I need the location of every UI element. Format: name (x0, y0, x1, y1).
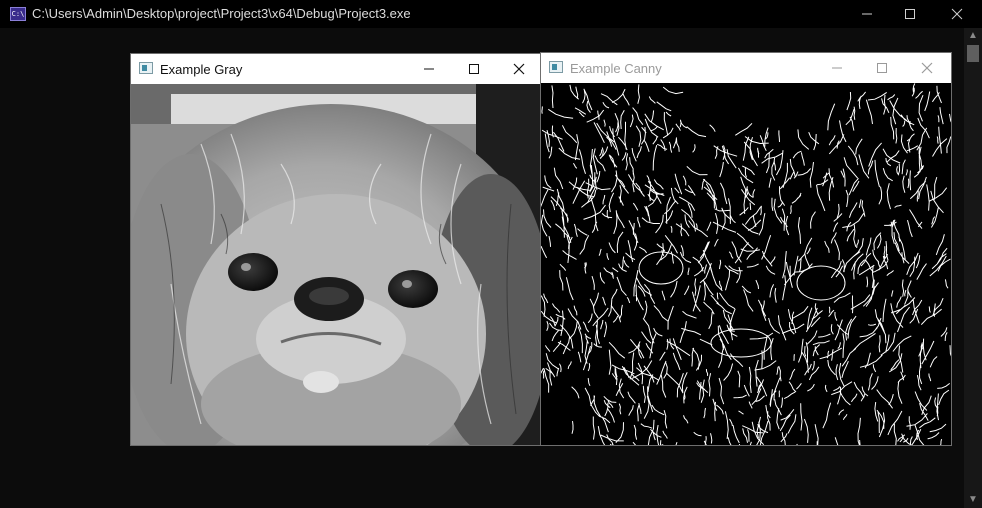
gray-window[interactable]: Example Gray (131, 54, 541, 445)
console-app-icon: C:\ (10, 7, 26, 21)
console-maximize-button[interactable] (887, 0, 933, 28)
console-minimize-button[interactable] (844, 0, 890, 28)
close-icon (921, 62, 932, 74)
canny-close-button[interactable] (904, 53, 949, 83)
gray-minimize-button[interactable] (406, 54, 451, 84)
scroll-down-arrow-icon[interactable]: ▼ (964, 492, 982, 508)
canny-minimize-button[interactable] (814, 53, 859, 83)
maximize-icon (876, 63, 887, 73)
minimize-icon (423, 68, 434, 70)
maximize-icon (905, 9, 915, 19)
console-close-button[interactable] (934, 0, 980, 28)
image-window-icon (139, 62, 153, 74)
close-icon (513, 63, 524, 75)
scroll-thumb[interactable] (967, 45, 979, 62)
gray-window-titlebar[interactable]: Example Gray (131, 54, 541, 84)
image-window-icon (549, 61, 563, 73)
close-icon (951, 8, 963, 20)
console-window-title: C:\Users\Admin\Desktop\project\Project3\… (32, 6, 411, 21)
console-titlebar: C:\ C:\Users\Admin\Desktop\project\Proje… (0, 0, 982, 28)
gray-maximize-button[interactable] (451, 54, 496, 84)
gray-image (131, 84, 541, 445)
canny-maximize-button[interactable] (859, 53, 904, 83)
gray-window-title: Example Gray (160, 62, 243, 77)
canny-window-titlebar[interactable]: Example Canny (541, 53, 951, 83)
minimize-icon (862, 13, 872, 15)
console-scrollbar[interactable]: ▲ ▼ (964, 28, 982, 508)
maximize-icon (468, 64, 479, 74)
minimize-icon (831, 67, 842, 69)
scroll-up-arrow-icon[interactable]: ▲ (964, 28, 982, 44)
canny-edge-image (541, 83, 951, 445)
canny-window[interactable]: Example Canny (541, 53, 951, 445)
gray-close-button[interactable] (496, 54, 541, 84)
canny-window-title: Example Canny (570, 61, 662, 76)
